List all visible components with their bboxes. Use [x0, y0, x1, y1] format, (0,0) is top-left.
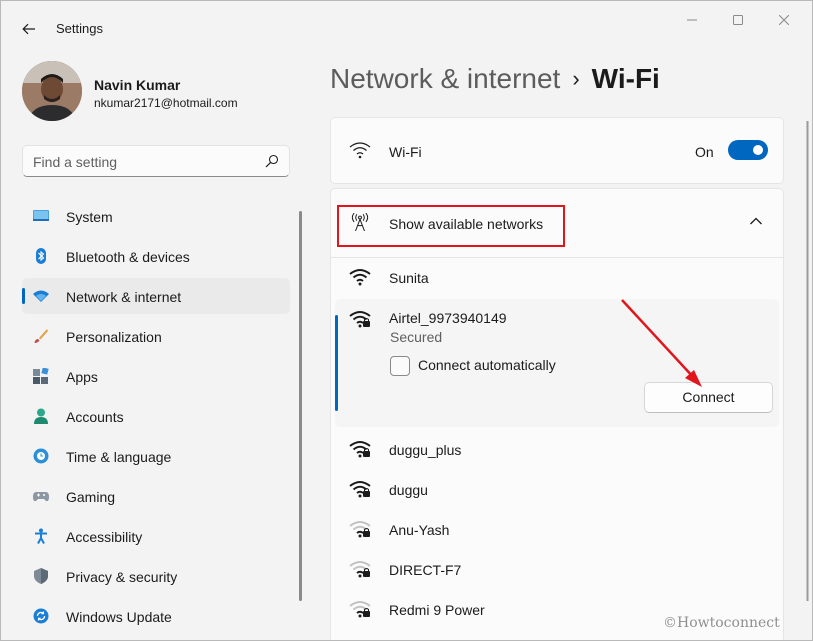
- maximize-button[interactable]: [715, 9, 761, 31]
- chevron-up-icon[interactable]: [749, 216, 763, 226]
- wifi-toggle[interactable]: [728, 140, 768, 160]
- user-email: nkumar2171@hotmail.com: [94, 96, 238, 110]
- network-item-duggu[interactable]: duggu: [331, 469, 783, 509]
- close-icon: [779, 15, 789, 25]
- breadcrumb: Network & internet › Wi-Fi: [330, 63, 660, 95]
- connect-automatically-checkbox[interactable]: [390, 356, 410, 376]
- wifi-secured-full-icon: [349, 481, 371, 498]
- network-ssid: duggu_plus: [389, 442, 462, 458]
- close-button[interactable]: [761, 9, 807, 31]
- breadcrumb-parent[interactable]: Network & internet: [330, 63, 560, 94]
- brush-icon: [34, 329, 48, 343]
- network-item-duggu-plus[interactable]: duggu_plus: [331, 429, 783, 469]
- wifi-secured-weak-icon: [349, 561, 371, 578]
- watermark: ©Howtoconnect: [663, 615, 780, 631]
- back-button[interactable]: [15, 15, 43, 43]
- sidebar-item-label: Network & internet: [66, 289, 182, 305]
- avatar[interactable]: [22, 61, 82, 121]
- network-ssid: Anu-Yash: [389, 522, 450, 538]
- user-name: Navin Kumar: [94, 77, 181, 93]
- network-item-anu-yash[interactable]: Anu-Yash: [331, 509, 783, 549]
- title-bar: Settings: [1, 1, 812, 53]
- network-item-direct-f7[interactable]: DIRECT-F7: [331, 549, 783, 589]
- search-input[interactable]: [33, 153, 253, 171]
- network-ssid: Redmi 9 Power: [389, 602, 485, 618]
- network-security-status: Secured: [390, 329, 443, 345]
- sidebar-item-windows-update[interactable]: Windows Update: [22, 598, 290, 634]
- wifi-icon: [349, 142, 371, 159]
- accessibility-icon: [35, 528, 47, 544]
- breadcrumb-separator: ›: [572, 66, 580, 91]
- sidebar-item-label: Accessibility: [66, 529, 143, 545]
- sidebar-item-accounts[interactable]: Accounts: [22, 398, 290, 434]
- network-icon: [33, 290, 49, 302]
- connect-button[interactable]: Connect: [644, 382, 773, 413]
- sidebar-item-time-language[interactable]: Time & language: [22, 438, 290, 474]
- apps-icon: [33, 368, 49, 384]
- antenna-icon: [351, 213, 369, 231]
- page-title: Wi-Fi: [591, 63, 660, 94]
- clock-globe-icon: [33, 448, 49, 464]
- wifi-signal-full-icon: [349, 269, 371, 286]
- wifi-toggle-card: Wi-Fi On: [330, 117, 784, 184]
- sidebar-item-apps[interactable]: Apps: [22, 358, 290, 394]
- content-scrollbar[interactable]: [806, 121, 809, 601]
- sidebar-item-accessibility[interactable]: Accessibility: [22, 518, 290, 554]
- sidebar-item-label: Personalization: [66, 329, 162, 345]
- sidebar-item-label: System: [66, 209, 113, 225]
- wifi-secured-weak-icon: [349, 601, 371, 618]
- sidebar-item-network[interactable]: Network & internet: [22, 278, 290, 314]
- sidebar-item-label: Gaming: [66, 489, 116, 505]
- network-ssid: Airtel_9973940149: [389, 310, 507, 326]
- sidebar-item-label: Privacy & security: [66, 569, 178, 585]
- network-ssid: Sunita: [389, 270, 429, 286]
- sidebar-item-label: Bluetooth & devices: [66, 249, 190, 265]
- update-icon: [33, 608, 49, 624]
- accounts-icon: [34, 408, 48, 424]
- shield-icon: [34, 568, 48, 584]
- available-networks-card: Show available networks Sunita Airtel_99…: [330, 188, 784, 640]
- sidebar-item-label: Windows Update: [66, 609, 172, 625]
- network-item-sunita[interactable]: Sunita: [331, 257, 783, 297]
- sidebar-item-personalization[interactable]: Personalization: [22, 318, 290, 354]
- sidebar-item-label: Accounts: [66, 409, 124, 425]
- minimize-button[interactable]: [669, 9, 715, 31]
- settings-window: Settings Navin Kumar nkumar2171@hotmail.…: [0, 0, 813, 641]
- sidebar-item-system[interactable]: System: [22, 198, 290, 234]
- search-box[interactable]: [22, 145, 290, 177]
- maximize-icon: [733, 15, 743, 25]
- app-title: Settings: [56, 21, 103, 36]
- show-networks-label[interactable]: Show available networks: [389, 216, 543, 232]
- sidebar-nav: System Bluetooth & devices Network & int…: [22, 198, 290, 638]
- wifi-label: Wi-Fi: [389, 144, 422, 160]
- sidebar-item-label: Time & language: [66, 449, 172, 465]
- sidebar-item-privacy[interactable]: Privacy & security: [22, 558, 290, 594]
- wifi-secured-full-icon: [349, 311, 371, 328]
- sidebar-item-gaming[interactable]: Gaming: [22, 478, 290, 514]
- network-ssid: duggu: [389, 482, 428, 498]
- system-icon: [33, 210, 49, 221]
- wifi-toggle-state: On: [695, 144, 714, 160]
- search-icon[interactable]: [265, 154, 279, 168]
- sidebar-scrollbar[interactable]: [299, 211, 302, 601]
- minimize-icon: [687, 19, 697, 21]
- gamepad-icon: [33, 492, 49, 502]
- wifi-secured-full-icon: [349, 441, 371, 458]
- wifi-secured-weak-icon: [349, 521, 371, 538]
- connect-automatically-label[interactable]: Connect automatically: [418, 357, 556, 373]
- network-ssid: DIRECT-F7: [389, 562, 462, 578]
- sidebar-item-label: Apps: [66, 369, 98, 385]
- back-arrow-icon: [22, 23, 35, 35]
- sidebar-item-bluetooth[interactable]: Bluetooth & devices: [22, 238, 290, 274]
- bluetooth-icon: [36, 248, 46, 264]
- user-photo-icon: [22, 61, 82, 121]
- toggle-knob: [753, 145, 763, 155]
